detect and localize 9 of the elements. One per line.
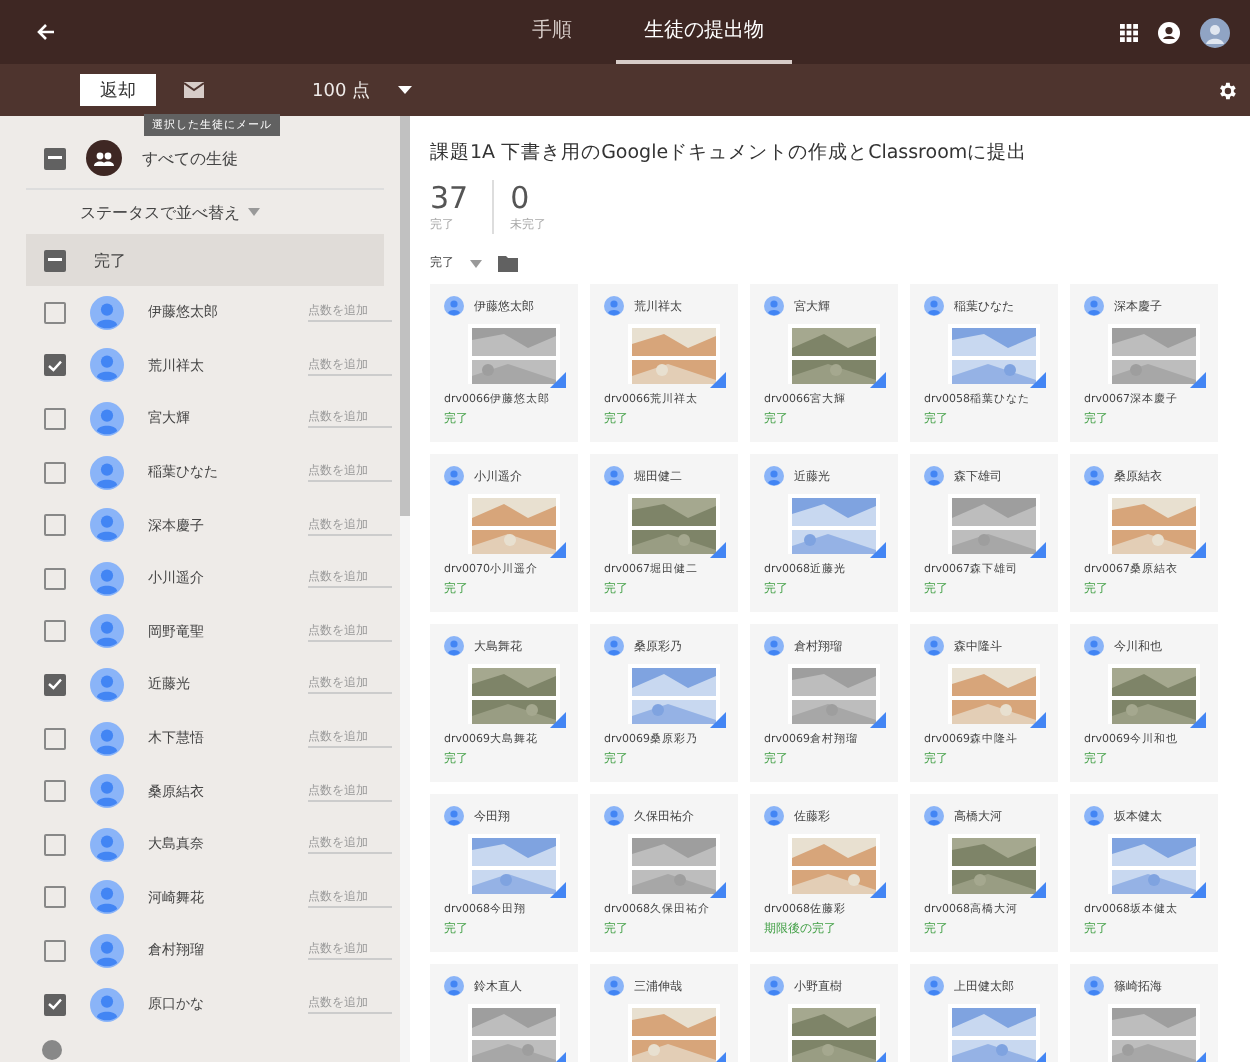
all-students-label[interactable]: すべての生徒 bbox=[142, 147, 238, 169]
points-dropdown-label[interactable]: 100 点 bbox=[312, 77, 371, 103]
section-header: 完了 bbox=[94, 249, 126, 271]
stat-count: 0 bbox=[510, 180, 532, 216]
stat-count: 37 bbox=[430, 180, 469, 216]
return-button[interactable]: 返却 bbox=[80, 74, 156, 106]
assignment-title: 課題1A 下書き用のGoogleドキュメントの作成とClassroomに提出 bbox=[430, 140, 1030, 166]
tab[interactable]: 手順 bbox=[504, 0, 600, 64]
sort-dropdown[interactable]: ステータスで並べ替え bbox=[80, 201, 240, 223]
